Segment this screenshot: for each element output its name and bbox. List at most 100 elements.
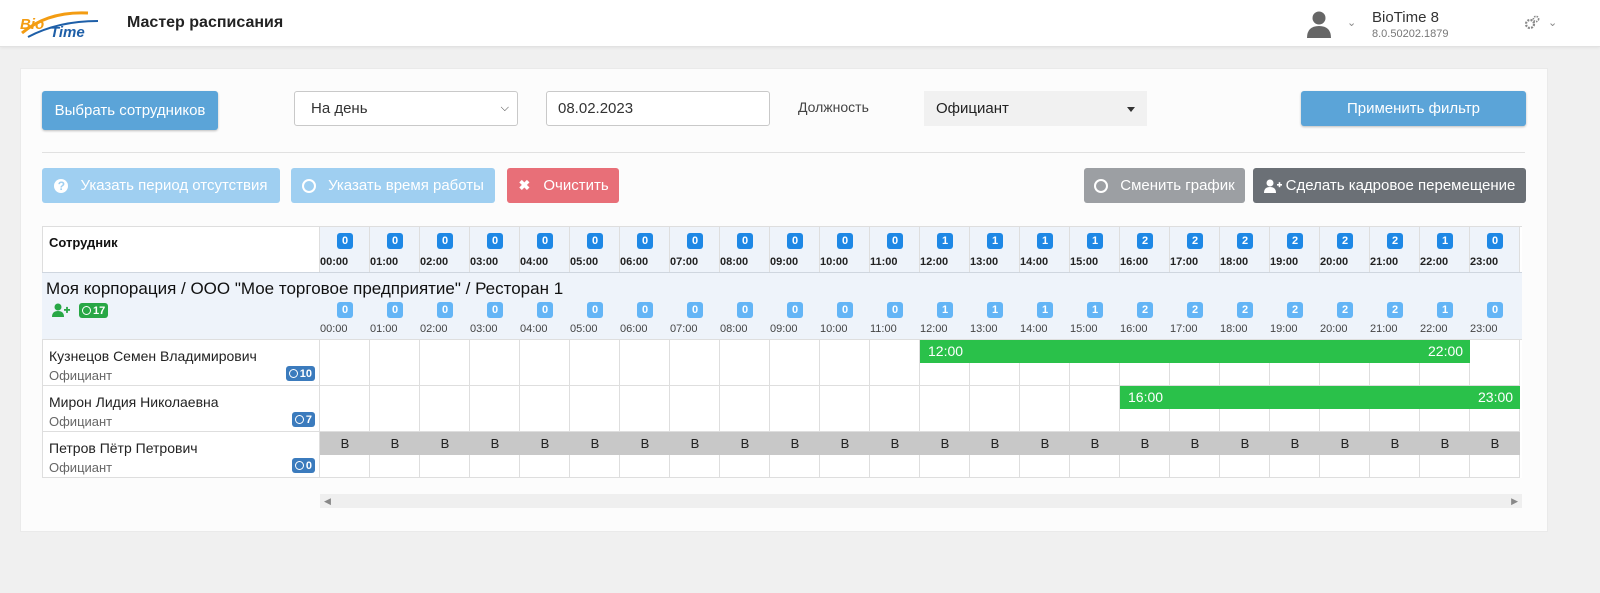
select-employees-button[interactable]: Выбрать сотрудников xyxy=(42,91,218,130)
schedule-cell[interactable] xyxy=(670,340,720,386)
schedule-cell[interactable] xyxy=(870,340,920,386)
schedule-cell[interactable] xyxy=(920,386,970,432)
schedule-cell[interactable] xyxy=(670,386,720,432)
schedule-cell[interactable] xyxy=(970,386,1020,432)
schedule-cell[interactable] xyxy=(1320,386,1370,432)
shift-block[interactable] xyxy=(1170,340,1220,363)
shift-block[interactable] xyxy=(1220,386,1270,409)
schedule-cell[interactable] xyxy=(1320,340,1370,386)
schedule-cell[interactable]: В xyxy=(1270,432,1320,478)
shift-block[interactable]: 23:00 xyxy=(1470,386,1520,409)
schedule-cell[interactable]: В xyxy=(870,432,920,478)
scroll-right-icon[interactable]: ▶ xyxy=(1511,496,1518,507)
biotime-logo[interactable]: Bio Time xyxy=(18,7,102,41)
shift-block[interactable] xyxy=(970,340,1020,363)
change-schedule-button[interactable]: Сменить график xyxy=(1084,168,1245,203)
schedule-cell[interactable]: В xyxy=(1370,432,1420,478)
schedule-cell[interactable]: В xyxy=(1420,432,1470,478)
settings-chevron-icon[interactable]: ⌄ xyxy=(1548,16,1557,29)
schedule-cell[interactable] xyxy=(1070,386,1120,432)
schedule-cell[interactable] xyxy=(620,386,670,432)
schedule-cell[interactable]: В xyxy=(320,432,370,478)
schedule-cell[interactable]: В xyxy=(1320,432,1370,478)
schedule-cell[interactable] xyxy=(1370,340,1420,386)
schedule-cell[interactable]: В xyxy=(770,432,820,478)
schedule-cell[interactable] xyxy=(1120,340,1170,386)
schedule-cell[interactable] xyxy=(770,340,820,386)
schedule-cell[interactable]: В xyxy=(1070,432,1120,478)
schedule-cell[interactable]: В xyxy=(470,432,520,478)
shift-block[interactable] xyxy=(1370,386,1420,409)
schedule-cell[interactable] xyxy=(370,386,420,432)
schedule-cell[interactable]: В xyxy=(1120,432,1170,478)
shift-block[interactable] xyxy=(1420,386,1470,409)
schedule-cell[interactable] xyxy=(1220,386,1270,432)
schedule-cell[interactable] xyxy=(820,386,870,432)
shift-block[interactable] xyxy=(1370,340,1420,363)
schedule-cell[interactable] xyxy=(520,386,570,432)
date-input[interactable]: 08.02.2023 xyxy=(546,91,770,126)
clear-button[interactable]: ✖ Очистить xyxy=(507,168,619,203)
scroll-left-icon[interactable]: ◀ xyxy=(324,496,331,507)
schedule-cell[interactable] xyxy=(970,340,1020,386)
schedule-cell[interactable] xyxy=(1170,386,1220,432)
schedule-cell[interactable]: В xyxy=(820,432,870,478)
schedule-cell[interactable] xyxy=(570,386,620,432)
schedule-cell[interactable] xyxy=(720,340,770,386)
shift-block[interactable] xyxy=(1020,340,1070,363)
group-add-user-icon[interactable] xyxy=(52,303,70,317)
schedule-cell[interactable]: В xyxy=(720,432,770,478)
work-time-button[interactable]: Указать время работы xyxy=(291,168,495,203)
shift-block[interactable] xyxy=(1070,340,1120,363)
schedule-cell[interactable]: В xyxy=(1170,432,1220,478)
schedule-cell[interactable] xyxy=(720,386,770,432)
absence-period-button[interactable]: ? Указать период отсутствия xyxy=(42,168,280,203)
user-menu-chevron-icon[interactable]: ⌄ xyxy=(1347,16,1356,29)
horizontal-scrollbar[interactable]: ◀ ▶ xyxy=(320,494,1522,508)
shift-block[interactable]: 16:00 xyxy=(1120,386,1170,409)
schedule-cell[interactable] xyxy=(620,340,670,386)
schedule-cell[interactable] xyxy=(570,340,620,386)
schedule-cell[interactable] xyxy=(1420,386,1470,432)
schedule-cell[interactable] xyxy=(1270,340,1320,386)
schedule-cell[interactable]: В xyxy=(970,432,1020,478)
shift-block[interactable] xyxy=(1170,386,1220,409)
schedule-cell[interactable]: 22:00 xyxy=(1420,340,1470,386)
schedule-cell[interactable] xyxy=(1370,386,1420,432)
schedule-cell[interactable]: 16:00 xyxy=(1120,386,1170,432)
schedule-cell[interactable]: В xyxy=(570,432,620,478)
shift-block[interactable]: 22:00 xyxy=(1420,340,1470,363)
period-select[interactable]: На день ⌵ xyxy=(294,91,518,126)
schedule-cell[interactable]: В xyxy=(370,432,420,478)
apply-filter-button[interactable]: Применить фильтр xyxy=(1301,91,1526,126)
schedule-cell[interactable] xyxy=(470,386,520,432)
schedule-cell[interactable]: В xyxy=(420,432,470,478)
schedule-cell[interactable] xyxy=(770,386,820,432)
shift-block[interactable] xyxy=(1120,340,1170,363)
shift-block[interactable] xyxy=(1270,340,1320,363)
shift-block[interactable] xyxy=(1270,386,1320,409)
position-dropdown[interactable]: Официант xyxy=(924,91,1147,126)
schedule-cell[interactable]: В xyxy=(670,432,720,478)
schedule-cell[interactable] xyxy=(420,340,470,386)
gears-icon[interactable] xyxy=(1524,14,1540,32)
schedule-cell[interactable] xyxy=(420,386,470,432)
schedule-cell[interactable] xyxy=(1470,340,1520,386)
staff-transfer-button[interactable]: Сделать кадровое перемещение xyxy=(1253,168,1526,203)
employee-name-cell[interactable]: Мирон Лидия Николаевна Официант 7 xyxy=(42,386,320,432)
schedule-cell[interactable]: В xyxy=(1470,432,1520,478)
schedule-cell[interactable]: В xyxy=(920,432,970,478)
schedule-cell[interactable] xyxy=(820,340,870,386)
shift-block[interactable]: 12:00 xyxy=(920,340,970,363)
schedule-cell[interactable] xyxy=(1070,340,1120,386)
schedule-cell[interactable] xyxy=(1020,340,1070,386)
schedule-cell[interactable] xyxy=(1170,340,1220,386)
schedule-cell[interactable] xyxy=(520,340,570,386)
schedule-cell[interactable]: В xyxy=(1220,432,1270,478)
schedule-cell[interactable]: В xyxy=(620,432,670,478)
schedule-cell[interactable]: 23:00 xyxy=(1470,386,1520,432)
schedule-cell[interactable] xyxy=(1270,386,1320,432)
shift-block[interactable] xyxy=(1220,340,1270,363)
schedule-cell[interactable] xyxy=(1220,340,1270,386)
schedule-cell[interactable] xyxy=(470,340,520,386)
